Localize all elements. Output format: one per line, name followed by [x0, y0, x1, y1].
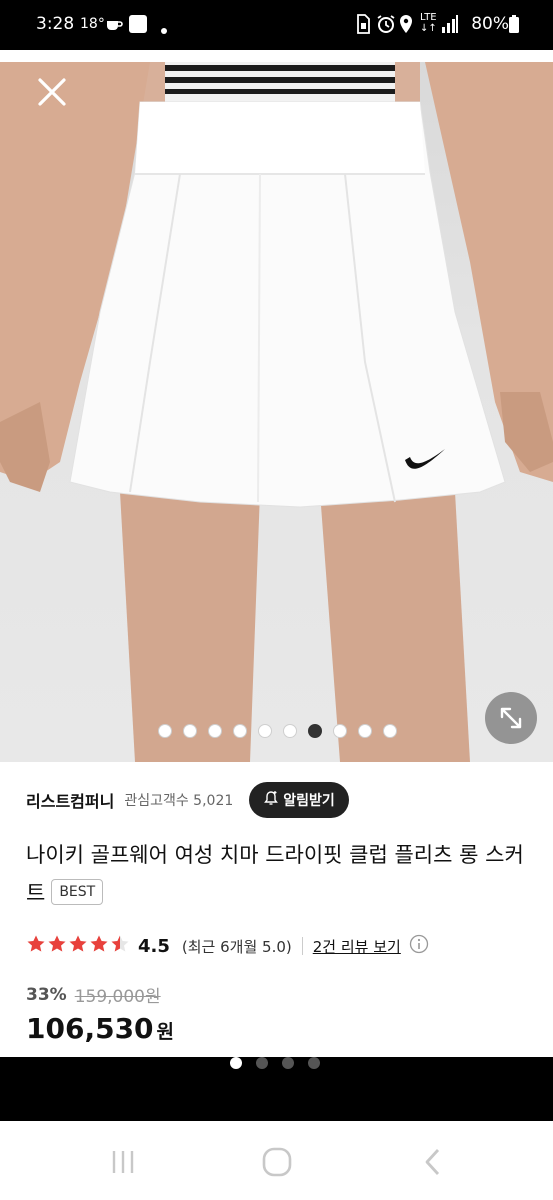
section-pager-dot[interactable]	[256, 1057, 268, 1069]
status-bar: 3:28 18° LTE ↓↑ 80%	[0, 0, 553, 50]
product-photo	[0, 62, 553, 762]
currency-unit: 원	[156, 1021, 175, 1043]
alarm-button[interactable]: 알림받기	[249, 782, 349, 818]
image-pager-dot[interactable]	[358, 724, 372, 738]
battery-level: 80%	[471, 14, 509, 34]
store-name[interactable]: 리스트컴퍼니	[26, 788, 114, 812]
store-followers: 관심고객수 5,021	[124, 793, 234, 809]
location-icon	[398, 14, 414, 38]
recent-apps-icon[interactable]	[108, 1147, 138, 1181]
section-pager-dot[interactable]	[230, 1057, 242, 1069]
best-badge: BEST	[51, 879, 104, 905]
back-icon[interactable]	[420, 1147, 446, 1181]
original-price: 159,000원	[74, 987, 161, 1007]
image-pager-dot[interactable]	[183, 724, 197, 738]
image-pager-dot[interactable]	[208, 724, 222, 738]
image-pager-dot[interactable]	[283, 724, 297, 738]
rating-score: 4.5	[138, 935, 170, 957]
bell-plus-icon	[263, 790, 279, 810]
info-icon[interactable]	[409, 934, 429, 958]
product-title: 나이키 골프웨어 여성 치마 드라이핏 클럽 플리츠 롱 스커트 BEST	[26, 836, 531, 912]
expand-icon[interactable]	[485, 692, 537, 744]
section-pager-dot[interactable]	[308, 1057, 320, 1069]
image-pager-dot[interactable]	[158, 724, 172, 738]
section-pager-dots[interactable]	[230, 1057, 320, 1069]
star-icon	[89, 934, 109, 958]
alarm-button-label: 알림받기	[283, 793, 335, 809]
discount-row: 33% 159,000원	[26, 982, 161, 1008]
product-image-gallery[interactable]	[0, 62, 553, 762]
signal-icon	[441, 14, 459, 38]
discount-rate: 33%	[26, 984, 67, 1005]
image-pager-dot[interactable]	[383, 724, 397, 738]
system-nav-bar	[0, 1121, 553, 1200]
dot-icon	[160, 20, 168, 39]
price-row: 106,530 원	[26, 1012, 174, 1045]
sale-price: 106,530	[26, 1012, 154, 1045]
divider	[301, 937, 303, 955]
close-icon[interactable]	[32, 72, 72, 112]
product-info: 리스트컴퍼니 관심고객수 5,021 알림받기 나이키 골프웨어 여성 치마 드…	[0, 762, 553, 1057]
app-icon	[128, 14, 148, 38]
star-icon	[47, 934, 67, 958]
store-row: 리스트컴퍼니 관심고객수 5,021 알림받기	[26, 782, 546, 818]
image-pager-dot[interactable]	[258, 724, 272, 738]
star-icon	[68, 934, 88, 958]
star-icon	[110, 934, 130, 958]
rating-recent: (최근 6개월 5.0)	[181, 937, 292, 956]
sim-icon	[356, 14, 370, 38]
rating-row: 4.5 (최근 6개월 5.0) 2건 리뷰 보기	[26, 932, 429, 960]
status-temperature: 18°	[80, 16, 105, 32]
battery-icon	[508, 14, 520, 38]
coffee-icon	[104, 14, 124, 38]
lte-icon: LTE ↓↑	[420, 12, 437, 34]
image-pager-dot[interactable]	[333, 724, 347, 738]
home-icon[interactable]	[261, 1147, 293, 1181]
image-pager-dot[interactable]	[233, 724, 247, 738]
reviews-link[interactable]: 2건 리뷰 보기	[313, 936, 401, 957]
section-pager-dot[interactable]	[282, 1057, 294, 1069]
image-pager-dots[interactable]	[158, 724, 397, 738]
rating-stars	[26, 934, 130, 958]
image-pager-dot[interactable]	[308, 724, 322, 738]
status-time: 3:28	[36, 14, 75, 34]
alarm-icon	[376, 14, 396, 38]
star-icon	[26, 934, 46, 958]
